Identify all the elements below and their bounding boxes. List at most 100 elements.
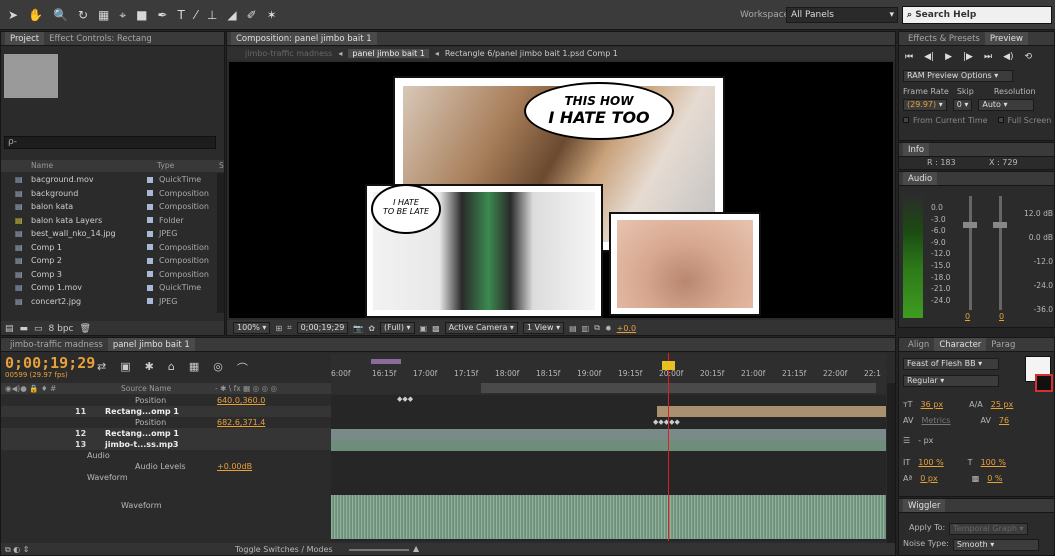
layer-11-bar[interactable] <box>657 406 886 417</box>
ram-preview-options-dropdown[interactable]: RAM Preview Options ▾ <box>903 70 1013 82</box>
time-ruler[interactable]: 6:00f 16:15f 17:00f 17:15f 18:00f 18:15f 19:00… <box>331 354 886 394</box>
grid-icon[interactable]: ⊞ <box>275 324 282 333</box>
skip-dropdown[interactable]: 0 ▾ <box>952 99 973 111</box>
col-type[interactable]: Type <box>157 161 174 170</box>
project-item[interactable]: ▤ background Composition <box>1 187 216 200</box>
layer-name[interactable]: Waveform <box>121 501 162 510</box>
project-search-input[interactable]: ρ- <box>4 136 216 149</box>
project-item[interactable]: ▤ Comp 1 Composition <box>1 241 216 254</box>
tsume-value[interactable]: 0 % <box>987 474 1002 483</box>
exposure-icon[interactable]: ✹ <box>605 324 612 333</box>
timeline-row[interactable]: Audio <box>1 450 331 461</box>
eraser-tool-icon[interactable]: ◢ <box>227 8 236 23</box>
rotate-tool-icon[interactable]: ↻ <box>78 8 88 23</box>
tab-paragraph[interactable]: Parag <box>986 338 1020 351</box>
tab-preview[interactable]: Preview <box>984 32 1028 45</box>
layer-name[interactable]: Position <box>135 418 166 427</box>
comp-viewer[interactable]: THIS HOW I HATE TOO I HATE TO BE LATE <box>229 62 893 318</box>
project-scrollbar[interactable] <box>217 173 224 313</box>
zoom-tool-icon[interactable]: 🔍 <box>53 8 68 23</box>
timeline-tracks[interactable]: ◆◆◆ ◆◆◆◆◆ <box>331 353 886 541</box>
graph-editor-icon[interactable]: ⌒ <box>237 360 248 376</box>
text-tool-icon[interactable]: T <box>178 8 185 23</box>
font-size-value[interactable]: 36 px <box>921 400 944 409</box>
timeline-row[interactable]: 12 Rectang...omp 1 <box>1 428 331 439</box>
kerning-value[interactable]: Metrics <box>921 416 950 425</box>
flowchart-icon[interactable]: ⧉ <box>594 323 600 333</box>
pen-tool-icon[interactable]: ✒ <box>157 8 167 23</box>
project-item[interactable]: ▤ bacground.mov QuickTime <box>1 173 216 186</box>
audio-icon[interactable]: ◀) <box>1003 52 1013 62</box>
transparency-grid-icon[interactable]: ▩ <box>432 324 440 333</box>
project-item[interactable]: ▤ best_wall_nko_14.jpg JPEG <box>1 227 216 240</box>
col-switches[interactable]: - ✱ \ fx ▦ ◎ ◎ ◎ <box>215 384 277 393</box>
tab-timeline-panel-jimbo[interactable]: panel jimbo bait 1 <box>107 338 195 351</box>
zoom-slider[interactable] <box>349 549 409 551</box>
region-icon[interactable]: ⌗ <box>287 323 292 333</box>
tab-align[interactable]: Align <box>903 338 934 351</box>
playhead-line[interactable] <box>668 353 669 541</box>
tab-effect-controls[interactable]: Effect Controls: Rectang <box>44 32 157 45</box>
fast-preview-icon[interactable]: ▥ <box>582 324 590 333</box>
vertical-scale-value[interactable]: 100 % <box>918 458 943 467</box>
color-channel-icon[interactable]: ✿ <box>368 324 375 333</box>
comp-flowchart-icon[interactable]: ⇄ <box>97 360 106 376</box>
tracking-value[interactable]: 76 <box>999 416 1009 425</box>
pan-behind-tool-icon[interactable]: ⌖ <box>119 8 126 23</box>
stroke-width-value[interactable]: - px <box>918 436 933 445</box>
interpret-footage-icon[interactable]: ▤ <box>5 324 14 334</box>
loop-icon[interactable]: ⟲ <box>1025 52 1033 62</box>
tab-effects-presets[interactable]: Effects & Presets <box>903 32 985 45</box>
layer-name[interactable]: Audio <box>87 451 110 460</box>
audio-slider-handle-right[interactable] <box>993 222 1007 228</box>
resolution-dropdown[interactable]: (Full) ▾ <box>380 322 415 334</box>
timeline-timecode[interactable]: 0;00;19;29 <box>5 354 95 372</box>
timeline-row[interactable]: Audio Levels +0.00dB <box>1 461 331 472</box>
tab-wiggler[interactable]: Wiggler <box>903 499 946 512</box>
layer-12-bar[interactable] <box>331 429 886 440</box>
col-size[interactable]: S <box>219 161 224 170</box>
timeline-scrollbar[interactable] <box>887 383 895 543</box>
project-item[interactable]: ▤ balon kata Composition <box>1 200 216 213</box>
frame-rate-dropdown[interactable]: (29.97) ▾ <box>903 99 947 111</box>
project-item[interactable]: ▤ Comp 1.mov QuickTime <box>1 281 216 294</box>
col-source-name[interactable]: Source Name <box>121 384 171 393</box>
play-icon[interactable]: ▶ <box>945 52 952 62</box>
tab-audio[interactable]: Audio <box>903 172 938 185</box>
live-update-icon[interactable]: ▣ <box>120 360 130 376</box>
apply-to-dropdown[interactable]: Temporal Graph ▾ <box>949 523 1028 535</box>
last-frame-icon[interactable]: ⏭ <box>984 52 992 62</box>
snapshot-icon[interactable]: 📷 <box>353 324 363 333</box>
bpc-label[interactable]: 8 bpc <box>49 324 74 334</box>
resolution-dropdown-preview[interactable]: Auto ▾ <box>978 99 1035 111</box>
hide-shy-icon[interactable]: ⌂ <box>168 360 175 376</box>
exposure-value[interactable]: +0.0 <box>617 324 636 333</box>
toggle-pixel-icon[interactable]: ▤ <box>569 324 577 333</box>
tab-info[interactable]: Info <box>903 143 930 156</box>
project-item[interactable]: ▤ Comp 2 Composition <box>1 254 216 267</box>
breadcrumb-1[interactable]: jimbo-traffic madness <box>245 49 332 58</box>
full-screen-checkbox[interactable]: Full Screen <box>997 116 1051 125</box>
layer-name[interactable]: Waveform <box>87 473 128 482</box>
magnification-dropdown[interactable]: 100% ▾ <box>233 322 271 334</box>
roto-tool-icon[interactable]: ✐ <box>247 8 257 23</box>
draft-3d-icon[interactable]: ✱ <box>145 360 154 376</box>
layer-13-bar[interactable] <box>331 440 886 451</box>
font-family-dropdown[interactable]: Feast of Flesh BB ▾ <box>903 358 999 370</box>
layer-name[interactable]: Position <box>135 396 166 405</box>
clone-tool-icon[interactable]: ⊥ <box>207 8 217 23</box>
project-item[interactable]: ▤ balon kata Layers Folder <box>1 214 216 227</box>
work-area-bar[interactable] <box>371 359 401 364</box>
font-style-dropdown[interactable]: Regular ▾ <box>903 375 999 387</box>
timeline-row[interactable]: 11 Rectang...omp 1 <box>1 406 331 417</box>
prev-frame-icon[interactable]: ◀| <box>924 52 934 62</box>
view-layout-dropdown[interactable]: 1 View ▾ <box>522 322 565 334</box>
comp-timecode[interactable]: 0;00;19;29 <box>296 322 349 334</box>
layer-name[interactable]: jimbo-t...ss.mp3 <box>105 440 179 449</box>
timeline-row[interactable]: Position 640.0,360.0 <box>1 395 331 406</box>
timeline-row[interactable]: 13 jimbo-t...ss.mp3 <box>1 439 331 450</box>
from-current-checkbox[interactable]: From Current Time <box>903 116 988 125</box>
zoom-in-icon[interactable]: ▲ <box>413 544 419 553</box>
audio-slider-right[interactable] <box>999 196 1002 310</box>
new-comp-icon[interactable]: ▭ <box>34 324 43 334</box>
